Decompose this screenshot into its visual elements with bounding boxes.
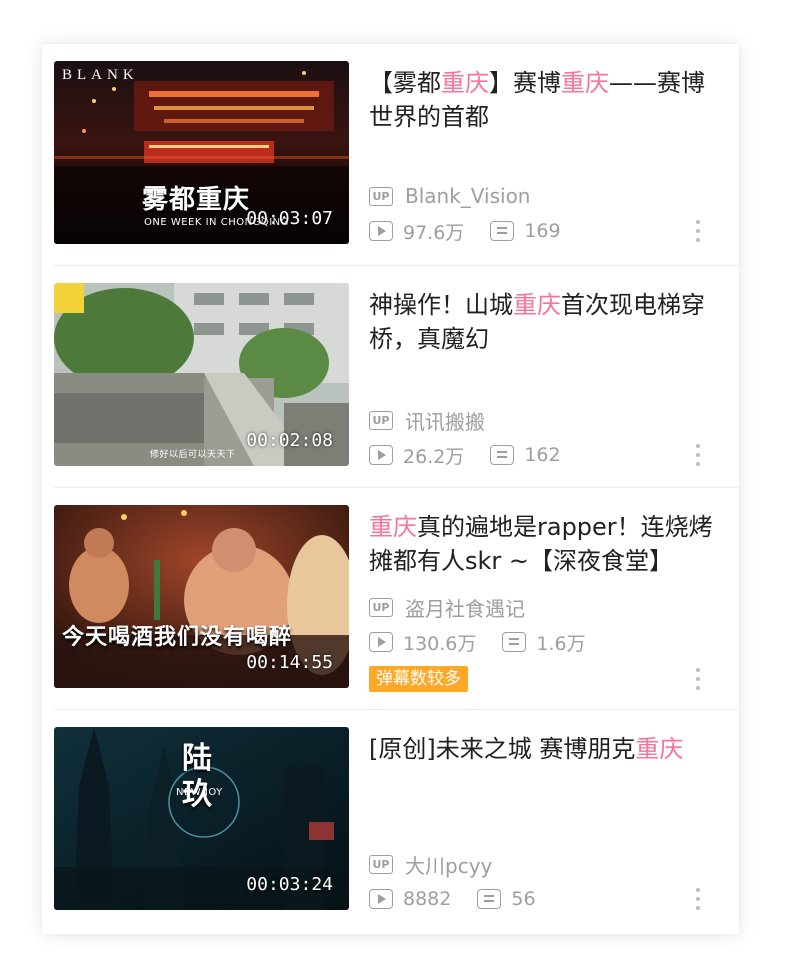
- view-count: 97.6万: [403, 221, 465, 244]
- view-count: 26.2万: [403, 445, 465, 468]
- uploader-name: 大川pcyy: [405, 853, 493, 878]
- video-thumbnail[interactable]: 陆 玖 NEW JOY 00:03:24: [54, 727, 349, 910]
- danmaku-count: 56: [511, 888, 536, 910]
- play-icon: [369, 889, 393, 909]
- more-vertical-icon[interactable]: [695, 888, 701, 910]
- danmaku-badge: 弹幕数较多: [369, 666, 468, 692]
- video-duration: 00:03:07: [246, 208, 333, 229]
- more-vertical-icon[interactable]: [695, 668, 701, 690]
- play-icon: [369, 632, 393, 652]
- title-highlight: 重庆: [441, 69, 489, 97]
- stats-row: 8882 56: [369, 886, 536, 912]
- stats-row: 130.6万 1.6万: [369, 629, 586, 655]
- danmaku-icon: [477, 889, 502, 909]
- uploader-name: 盗月社食遇记: [405, 596, 525, 621]
- thumbnail-subtitle: 修好以后可以天天下: [150, 450, 236, 460]
- danmaku-count: 1.6万: [536, 632, 586, 655]
- video-duration: 00:03:24: [246, 874, 333, 895]
- danmaku-count: 162: [524, 444, 561, 466]
- video-thumbnail[interactable]: 今天喝酒我们没有喝醉 00:14:55: [54, 505, 349, 688]
- video-thumbnail[interactable]: 修好以后可以天天下 00:02:08: [54, 283, 349, 466]
- video-title[interactable]: 神操作！山城重庆首次现电梯穿桥，真魔幻: [369, 288, 721, 356]
- title-highlight: 重庆: [561, 69, 609, 97]
- title-segment: 【雾都: [369, 69, 441, 97]
- thumbnail-caption: 今天喝酒我们没有喝醉: [62, 625, 293, 650]
- stats-row: 97.6万 169: [369, 218, 561, 244]
- thumbnail-logo: BLANK: [62, 67, 139, 83]
- uploader-row[interactable]: UP 讯讯搬搬: [369, 407, 485, 434]
- thumbnail-caption: 陆 玖: [182, 741, 213, 812]
- uploader-row[interactable]: UP 大川pcyy: [369, 851, 493, 878]
- up-badge-icon: UP: [369, 597, 393, 617]
- video-item[interactable]: 今天喝酒我们没有喝醉 00:14:55 重庆真的遍地是rapper！连烧烤摊都有…: [42, 488, 739, 710]
- video-duration: 00:14:55: [246, 652, 333, 673]
- danmaku-icon: [502, 632, 527, 652]
- more-vertical-icon[interactable]: [695, 444, 701, 466]
- video-list: BLANK 雾都重庆 ONE WEEK IN CHONGQING 00:03:0…: [42, 44, 739, 934]
- thumbnail-caption: 雾都重庆: [142, 185, 251, 215]
- video-title[interactable]: 重庆真的遍地是rapper！连烧烤摊都有人skr ~【深夜食堂】: [369, 510, 721, 578]
- view-count: 130.6万: [403, 632, 477, 655]
- play-icon: [369, 445, 393, 465]
- up-badge-icon: UP: [369, 410, 393, 430]
- danmaku-icon: [490, 445, 515, 465]
- title-highlight: 重庆: [513, 291, 561, 319]
- uploader-name: Blank_Vision: [405, 184, 531, 208]
- title-segment: 神操作！山城: [369, 291, 513, 319]
- video-item[interactable]: 修好以后可以天天下 00:02:08 神操作！山城重庆首次现电梯穿桥，真魔幻 U…: [42, 266, 739, 488]
- uploader-row[interactable]: UP Blank_Vision: [369, 183, 530, 209]
- video-duration: 00:02:08: [246, 430, 333, 451]
- title-highlight: 重庆: [635, 735, 684, 763]
- title-segment: 真的遍地是rapper！连烧烤摊都有人skr ~【深夜食堂】: [369, 513, 713, 575]
- more-vertical-icon[interactable]: [695, 220, 701, 242]
- thumbnail-subcaption: NEW JOY: [176, 787, 223, 798]
- uploader-row[interactable]: UP 盗月社食遇记: [369, 594, 525, 621]
- danmaku-icon: [490, 221, 515, 241]
- danmaku-count: 169: [524, 220, 561, 242]
- play-icon: [369, 221, 393, 241]
- title-segment: 】赛博: [489, 69, 561, 97]
- up-badge-icon: UP: [369, 854, 393, 874]
- title-segment: [原创]未来之城 赛博朋克: [369, 735, 636, 763]
- video-item[interactable]: 陆 玖 NEW JOY 00:03:24 [原创]未来之城 赛博朋克重庆 UP …: [42, 710, 739, 932]
- video-thumbnail[interactable]: BLANK 雾都重庆 ONE WEEK IN CHONGQING 00:03:0…: [54, 61, 349, 244]
- video-item[interactable]: BLANK 雾都重庆 ONE WEEK IN CHONGQING 00:03:0…: [42, 44, 739, 266]
- stats-row: 26.2万 162: [369, 442, 561, 468]
- view-count: 8882: [403, 888, 452, 910]
- uploader-name: 讯讯搬搬: [405, 409, 485, 434]
- video-title[interactable]: 【雾都重庆】赛博重庆——赛博世界的首都: [369, 66, 721, 134]
- title-highlight: 重庆: [369, 513, 417, 541]
- up-badge-icon: UP: [369, 186, 393, 206]
- video-title[interactable]: [原创]未来之城 赛博朋克重庆: [369, 732, 721, 766]
